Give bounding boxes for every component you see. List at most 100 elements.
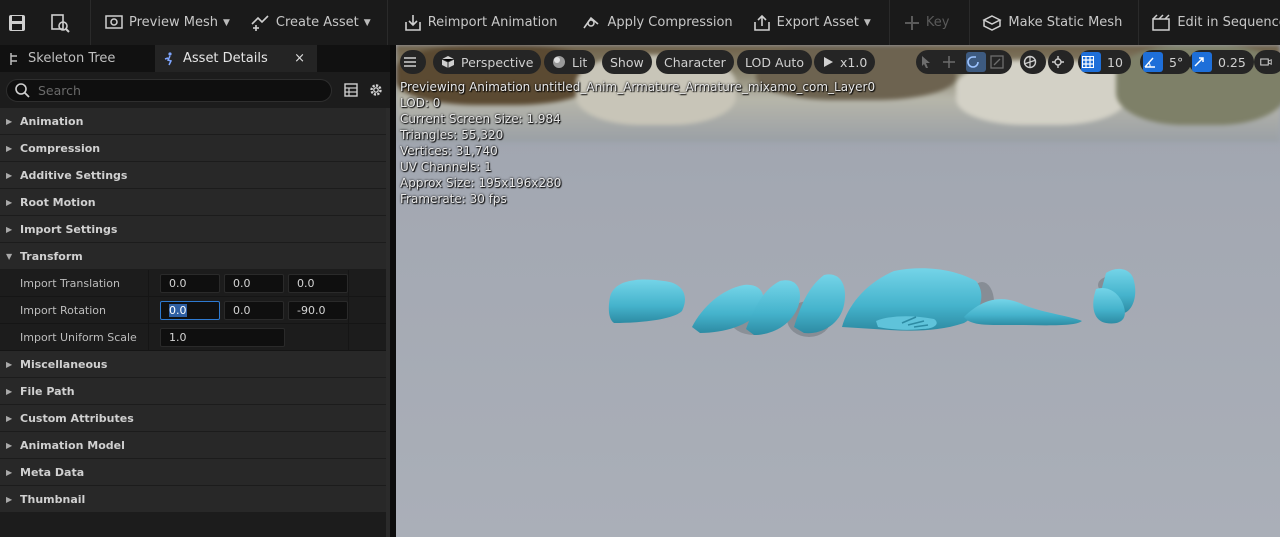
rotation-x-selected-text: 0.0 — [169, 304, 187, 317]
category-label: Additive Settings — [20, 168, 128, 182]
create-asset-icon — [251, 14, 269, 31]
category-miscellaneous[interactable]: ▶ Miscellaneous — [0, 351, 390, 377]
category-file-path[interactable]: ▶ File Path — [0, 378, 390, 404]
category-root-motion[interactable]: ▶ Root Motion — [0, 189, 390, 215]
tab-asset-details[interactable]: Asset Details × — [155, 45, 317, 72]
make-static-mesh-button[interactable]: Make Static Mesh — [970, 0, 1130, 45]
create-asset-label: Create Asset — [275, 15, 359, 30]
lod-button[interactable]: LOD Auto — [737, 50, 812, 74]
search-placeholder: Search — [38, 82, 81, 98]
make-static-mesh-label: Make Static Mesh — [1008, 15, 1123, 30]
lit-sphere-icon — [553, 56, 565, 68]
category-transform[interactable]: ▼ Transform — [0, 243, 390, 269]
screen-size-text: Current Screen Size: 1.984 — [400, 112, 561, 126]
category-label: Thumbnail — [20, 492, 86, 506]
coordinate-system-button[interactable] — [1020, 50, 1046, 74]
property-label: Import Rotation — [20, 303, 107, 317]
rotation-y-field[interactable]: 0.0 — [224, 301, 284, 320]
expand-arrow-icon: ▶ — [6, 170, 13, 180]
expand-arrow-icon: ▶ — [6, 224, 13, 234]
lit-label: Lit — [572, 54, 588, 70]
perspective-button[interactable]: Perspective — [433, 50, 542, 74]
close-tab-icon[interactable]: × — [294, 51, 305, 66]
search-icon — [15, 82, 30, 98]
panel-tabs: Skeleton Tree Asset Details × — [0, 45, 390, 72]
animation-viewport[interactable]: Perspective Lit Show Character LOD Auto … — [396, 45, 1280, 537]
apply-compression-button[interactable]: Apply Compression — [565, 0, 740, 45]
rotation-x-field[interactable]: 0.0 — [160, 301, 220, 320]
character-button[interactable]: Character — [656, 50, 734, 74]
column-splitter — [348, 270, 349, 297]
category-label: Animation — [20, 114, 84, 128]
scale-tool-icon[interactable] — [990, 52, 1010, 72]
gear-icon[interactable] — [368, 82, 384, 98]
export-icon — [753, 14, 770, 31]
browse-asset-button[interactable] — [42, 0, 90, 45]
character-label: Character — [664, 54, 726, 70]
reimport-animation-button[interactable]: Reimport Animation — [388, 0, 566, 45]
viewport-menu-button[interactable] — [400, 50, 426, 74]
edit-in-sequencer-button[interactable]: Edit in Sequencer ▼ — [1139, 0, 1280, 45]
column-splitter[interactable] — [148, 270, 149, 297]
save-button[interactable] — [0, 0, 42, 45]
edit-in-sequencer-label: Edit in Sequencer — [1177, 15, 1280, 30]
camera-speed-button[interactable] — [1254, 50, 1280, 74]
chevron-down-icon: ▼ — [363, 17, 371, 28]
property-import-rotation: Import Rotation 0.0 0.0 -90.0 — [0, 297, 390, 324]
reimport-icon — [404, 14, 421, 31]
rotation-z-field[interactable]: -90.0 — [288, 301, 348, 320]
tab-skeleton-tree[interactable]: Skeleton Tree — [0, 45, 155, 72]
create-asset-button[interactable]: Create Asset ▼ — [238, 0, 379, 45]
export-asset-button[interactable]: Export Asset ▼ — [741, 0, 879, 45]
preview-mesh-button[interactable]: Preview Mesh ▼ — [91, 0, 238, 45]
expand-arrow-icon: ▶ — [6, 467, 13, 477]
lod-label: LOD Auto — [745, 54, 804, 70]
category-label: Meta Data — [20, 465, 85, 479]
hamburger-menu-icon — [404, 57, 416, 67]
reimport-label: Reimport Animation — [427, 15, 558, 30]
show-button[interactable]: Show — [602, 50, 652, 74]
expand-arrow-icon: ▶ — [6, 494, 13, 504]
expand-arrow-icon: ▶ — [6, 143, 13, 153]
property-label: Import Translation — [20, 276, 120, 290]
lit-button[interactable]: Lit — [544, 50, 596, 74]
column-splitter[interactable] — [148, 324, 149, 351]
category-label: Transform — [20, 249, 83, 263]
column-splitter[interactable] — [148, 297, 149, 324]
key-button[interactable]: Key — [890, 0, 958, 45]
table-view-icon[interactable] — [344, 83, 358, 97]
scale-snap-button[interactable]: 0.25 — [1189, 50, 1254, 74]
playback-speed-button[interactable]: x1.0 — [814, 50, 876, 74]
move-tool-icon[interactable] — [942, 52, 962, 72]
lod-info-text: LOD: 0 — [400, 96, 441, 110]
property-import-uniform-scale: Import Uniform Scale 1.0 — [0, 324, 390, 351]
grid-snap-button[interactable]: 10 — [1078, 50, 1131, 74]
playback-speed-label: x1.0 — [840, 54, 868, 70]
translation-z-field[interactable]: 0.0 — [288, 274, 348, 293]
category-label: Root Motion — [20, 195, 96, 209]
uniform-scale-field[interactable]: 1.0 — [160, 328, 285, 347]
select-tool-icon[interactable] — [920, 52, 938, 72]
category-additive-settings[interactable]: ▶ Additive Settings — [0, 162, 390, 188]
category-animation[interactable]: ▶ Animation — [0, 108, 390, 134]
grid-snap-value: 10 — [1107, 54, 1123, 70]
category-animation-model[interactable]: ▶ Animation Model — [0, 432, 390, 458]
category-compression[interactable]: ▶ Compression — [0, 135, 390, 161]
translation-x-field[interactable]: 0.0 — [160, 274, 220, 293]
save-icon — [9, 14, 25, 31]
search-input[interactable]: Search — [6, 78, 332, 102]
category-meta-data[interactable]: ▶ Meta Data — [0, 459, 390, 485]
viewport-toolbar: Perspective Lit Show Character LOD Auto … — [396, 50, 1280, 74]
surface-snap-button[interactable] — [1048, 50, 1074, 74]
character-mesh-preview[interactable] — [604, 267, 1149, 397]
category-custom-attributes[interactable]: ▶ Custom Attributes — [0, 405, 390, 431]
category-import-settings[interactable]: ▶ Import Settings — [0, 216, 390, 242]
category-thumbnail[interactable]: ▶ Thumbnail — [0, 486, 390, 512]
export-asset-label: Export Asset — [776, 15, 859, 30]
rotate-tool-icon[interactable] — [966, 52, 986, 72]
expand-arrow-icon: ▶ — [6, 359, 13, 369]
translation-y-field[interactable]: 0.0 — [224, 274, 284, 293]
details-list: ▶ Animation ▶ Compression ▶ Additive Settin… — [0, 108, 390, 512]
rotation-snap-button[interactable]: 5° — [1140, 50, 1192, 74]
angle-snap-icon — [1143, 52, 1163, 72]
